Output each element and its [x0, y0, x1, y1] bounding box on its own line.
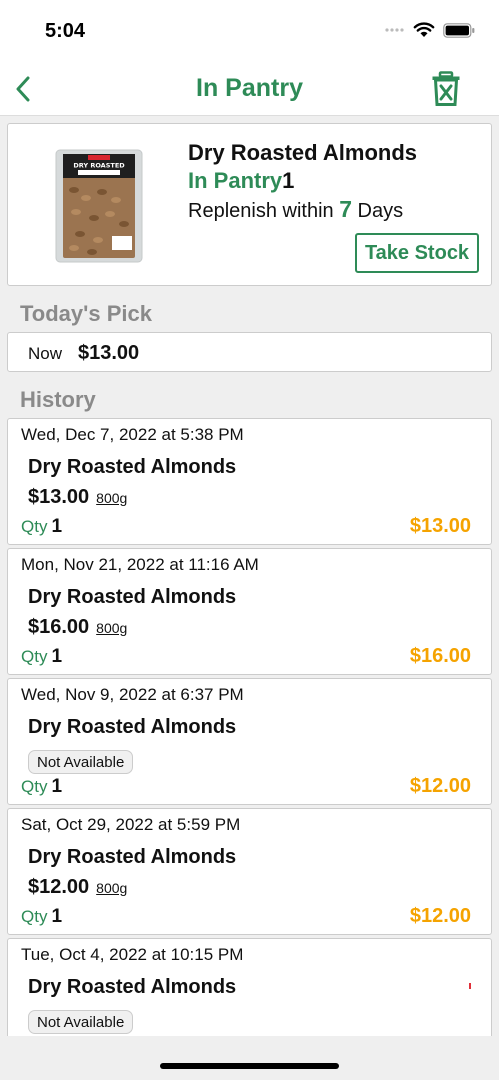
- product-image: DRY ROASTED: [55, 149, 143, 263]
- todays-pick-heading: Today's Pick: [20, 301, 152, 326]
- history-product-name: Dry Roasted Almonds: [28, 976, 237, 998]
- qty-label: Qty: [21, 777, 48, 796]
- history-item[interactable]: Sat, Oct 29, 2022 at 5:59 PM Dry Roasted…: [7, 808, 492, 935]
- history-price-line: $16.00 800g: [28, 616, 127, 639]
- replenish-days: 7: [339, 196, 352, 222]
- home-indicator[interactable]: [160, 1063, 339, 1069]
- history-qty: Qty 1: [21, 516, 62, 538]
- history-item[interactable]: Tue, Oct 4, 2022 at 10:15 PM Dry Roasted…: [7, 938, 492, 1036]
- page-title: In Pantry: [196, 74, 303, 102]
- trash-icon: [432, 71, 460, 106]
- not-available-badge: Not Available: [28, 1010, 134, 1034]
- pick-label: Now: [28, 344, 63, 363]
- history-qty: Qty 1: [21, 776, 62, 798]
- history-price: $13.00: [28, 486, 90, 508]
- history-size: 800g: [96, 490, 128, 506]
- history-price-line: $13.00 800g: [28, 486, 127, 509]
- history-item[interactable]: Wed, Nov 9, 2022 at 6:37 PM Dry Roasted …: [7, 678, 492, 805]
- signal-icon: [385, 28, 404, 32]
- history-item[interactable]: Mon, Nov 21, 2022 at 11:16 AM Dry Roaste…: [7, 548, 492, 675]
- history-total: $12.00: [409, 905, 471, 927]
- history-product-name: Dry Roasted Almonds: [28, 456, 237, 478]
- history-price: $12.00: [28, 876, 90, 898]
- history-price-line: $12.00 800g: [28, 876, 127, 899]
- history-total: $13.00: [409, 515, 471, 537]
- take-stock-button[interactable]: Take Stock: [355, 233, 479, 273]
- history-qty: Qty 1: [21, 906, 62, 928]
- history-date: Wed, Nov 9, 2022 at 6:37 PM: [21, 685, 244, 704]
- delete-button[interactable]: [431, 71, 461, 107]
- pantry-count: 1: [282, 168, 295, 193]
- status-bar: 5:04: [0, 0, 499, 62]
- product-card: DRY ROASTED Dry Roasted Almonds In Pantr…: [7, 123, 492, 286]
- red-mark: [469, 983, 471, 989]
- home-area: [0, 1036, 499, 1080]
- not-available-badge: Not Available: [28, 750, 134, 774]
- replenish-text: Replenish within 7 Days: [188, 196, 403, 223]
- qty-value: 1: [51, 906, 63, 927]
- battery-icon: [443, 22, 475, 38]
- history-item[interactable]: Wed, Dec 7, 2022 at 5:38 PM Dry Roasted …: [7, 418, 492, 545]
- history-qty: Qty 1: [21, 646, 62, 668]
- status-icons: [385, 22, 475, 38]
- history-size: 800g: [96, 880, 128, 896]
- history-product-name: Dry Roasted Almonds: [28, 586, 237, 608]
- history-list[interactable]: Wed, Dec 7, 2022 at 5:38 PM Dry Roasted …: [7, 418, 492, 1036]
- wifi-icon: [413, 22, 435, 37]
- qty-value: 1: [51, 776, 63, 797]
- qty-label: Qty: [21, 517, 48, 536]
- todays-pick-card[interactable]: Now $13.00: [7, 332, 492, 372]
- nav-bar: In Pantry: [0, 62, 499, 116]
- qty-value: 1: [51, 646, 63, 667]
- history-product-name: Dry Roasted Almonds: [28, 716, 237, 738]
- history-total: $16.00: [409, 645, 471, 667]
- history-date: Tue, Oct 4, 2022 at 10:15 PM: [21, 945, 244, 964]
- replenish-suffix: Days: [352, 200, 404, 222]
- history-size: 800g: [96, 620, 128, 636]
- package-text: DRY ROASTED: [73, 162, 125, 170]
- qty-label: Qty: [21, 907, 48, 926]
- product-name: Dry Roasted Almonds: [188, 140, 418, 165]
- pick-price: $13.00: [78, 342, 140, 364]
- replenish-prefix: Replenish within: [188, 200, 340, 222]
- history-date: Wed, Dec 7, 2022 at 5:38 PM: [21, 425, 244, 444]
- qty-label: Qty: [21, 647, 48, 666]
- qty-value: 1: [51, 516, 63, 537]
- history-total: $12.00: [409, 775, 471, 797]
- history-date: Mon, Nov 21, 2022 at 11:16 AM: [21, 555, 259, 574]
- pantry-label: In Pantry: [188, 168, 283, 193]
- pantry-status: In Pantry1: [188, 168, 294, 194]
- history-product-name: Dry Roasted Almonds: [28, 846, 237, 868]
- status-time: 5:04: [45, 20, 86, 42]
- history-price: $16.00: [28, 616, 90, 638]
- history-heading: History: [20, 387, 96, 412]
- history-date: Sat, Oct 29, 2022 at 5:59 PM: [21, 815, 241, 834]
